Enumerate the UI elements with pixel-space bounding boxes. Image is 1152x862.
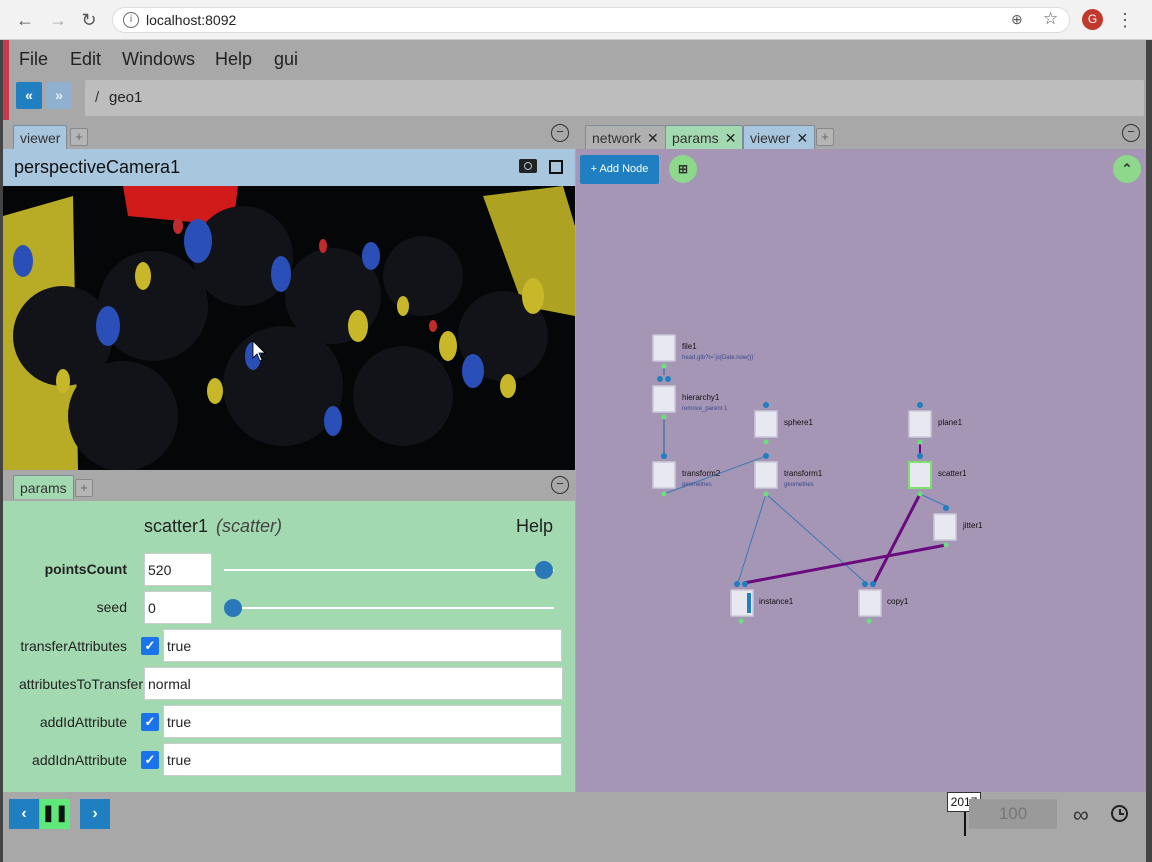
network-collapse-button[interactable]: − (1122, 124, 1140, 142)
menu-gui[interactable]: gui (274, 49, 298, 70)
path-navigation: « » / geo1 (9, 78, 1146, 118)
camera-icon[interactable] (519, 159, 537, 173)
status-strip (3, 836, 1146, 862)
tab-params[interactable]: params (13, 475, 74, 499)
tab-viewer-label: viewer (20, 130, 61, 146)
timeline-bar: ‹ ❚❚ › 2017 100 ∞ (3, 792, 1146, 836)
forward-arrow-icon[interactable]: → (46, 8, 70, 32)
transferAttributes-field[interactable]: true (163, 629, 562, 662)
address-bar[interactable]: i localhost:8092 ⊕ ☆ (112, 7, 1070, 33)
node-transform2[interactable]: transform2 (682, 469, 720, 478)
browser-toolbar: ← → ↻ i localhost:8092 ⊕ ☆ G ⋮ (0, 0, 1152, 40)
params-panel: scatter1 (scatter) Help pointsCount 520 s… (3, 501, 575, 792)
back-arrow-icon[interactable]: ← (13, 8, 37, 32)
node-transform1[interactable]: transform1 (784, 469, 822, 478)
node-copy1[interactable]: copy1 (887, 597, 908, 606)
tab-params-right[interactable]: params ✕ (665, 125, 744, 149)
end-frame-input[interactable]: 100 (969, 799, 1057, 829)
path-forward-button[interactable]: » (46, 82, 72, 109)
tab-network-label: network (592, 130, 642, 146)
seed-slider-thumb[interactable] (224, 599, 242, 617)
menu-bar: File Edit Windows Help gui (9, 40, 1146, 78)
node-scatter1[interactable]: scatter1 (938, 469, 966, 478)
pointsCount-input[interactable]: 520 (144, 553, 212, 586)
node-plane1[interactable]: plane1 (938, 418, 962, 427)
help-button[interactable]: Help (516, 516, 553, 537)
browser-menu-icon[interactable]: ⋮ (1116, 8, 1134, 32)
tab-viewer-close-icon[interactable]: ✕ (796, 130, 808, 146)
addIdAttribute-checkbox[interactable]: ✓ (141, 713, 159, 731)
seed-input[interactable]: 0 (144, 591, 212, 624)
seed-slider-track[interactable] (224, 607, 554, 609)
prev-frame-button[interactable]: ‹ (9, 799, 39, 829)
node-jitter1[interactable]: jitter1 (963, 521, 983, 530)
reload-icon[interactable]: ↻ (77, 8, 101, 32)
node-sphere1[interactable]: sphere1 (784, 418, 813, 427)
node-hierarchy1[interactable]: hierarchy1 (682, 393, 719, 402)
info-icon[interactable]: i (123, 12, 139, 28)
clock-icon[interactable] (1111, 805, 1128, 822)
pointsCount-slider-track[interactable] (224, 569, 554, 571)
node-transform1-param: geometries (784, 482, 814, 488)
node-instance1[interactable]: instance1 (759, 597, 793, 606)
tab-params-right-label: params (672, 130, 719, 146)
viewer-header: perspectiveCamera1 (3, 149, 575, 186)
tab-params-label: params (20, 480, 67, 496)
seed-label: seed (96, 599, 127, 615)
attributesToTransfer-field[interactable]: normal (144, 667, 563, 700)
node-transform2-param: geometries (682, 482, 712, 488)
node-file1[interactable]: file1 (682, 342, 697, 351)
node-name: scatter1 (143, 516, 208, 536)
fullscreen-icon[interactable] (549, 160, 563, 174)
tab-viewer-right[interactable]: viewer ✕ (743, 125, 816, 149)
infinity-icon[interactable]: ∞ (1073, 802, 1089, 828)
bookmark-star-icon[interactable]: ☆ (1043, 9, 1058, 29)
profile-avatar[interactable]: G (1082, 9, 1103, 30)
addIdnAttribute-field[interactable]: true (163, 743, 562, 776)
viewport-render (3, 186, 575, 470)
url-text: localhost:8092 (146, 12, 237, 28)
path-field[interactable]: / geo1 (85, 80, 1144, 116)
attributesToTransfer-label: attributesToTransfer (19, 676, 143, 692)
addIdAttribute-field[interactable]: true (163, 705, 562, 738)
app-window: File Edit Windows Help gui « » / geo1 vi… (3, 40, 1146, 862)
network-editor[interactable]: + Add Node ⊞ ⌃ file1 head.glb?t=`js{Date… (576, 149, 1146, 792)
network-graph (652, 334, 957, 624)
path-current[interactable]: geo1 (109, 89, 142, 106)
path-root[interactable]: / (95, 89, 99, 106)
add-params-tab-button[interactable]: + (75, 479, 93, 497)
node-hierarchy1-param: remove_parent 1 (682, 406, 728, 412)
node-file1-param: head.glb?t=`js{Date.now()}` (682, 355, 756, 361)
viewer-collapse-button[interactable]: − (551, 124, 569, 142)
params-collapse-button[interactable]: − (551, 476, 569, 494)
playhead-line (964, 812, 966, 836)
addIdAttribute-label: addIdAttribute (39, 714, 127, 730)
menu-help[interactable]: Help (215, 49, 252, 70)
menu-edit[interactable]: Edit (70, 49, 101, 70)
transferAttributes-label: transferAttributes (20, 638, 127, 654)
params-node-title: scatter1 (scatter) (3, 516, 423, 537)
addIdnAttribute-checkbox[interactable]: ✓ (141, 751, 159, 769)
path-back-button[interactable]: « (16, 82, 42, 109)
node-type: (scatter) (216, 516, 283, 536)
next-frame-button[interactable]: › (80, 799, 110, 829)
3d-viewport[interactable] (3, 186, 575, 470)
tab-network-close-icon[interactable]: ✕ (647, 130, 659, 146)
menu-file[interactable]: File (19, 49, 48, 70)
tab-viewer[interactable]: viewer (13, 125, 68, 149)
add-viewer-tab-button[interactable]: + (70, 128, 88, 146)
zoom-icon[interactable]: ⊕ (1011, 11, 1023, 28)
menu-windows[interactable]: Windows (122, 49, 195, 70)
camera-name: perspectiveCamera1 (14, 157, 181, 177)
tab-viewer-right-label: viewer (750, 130, 791, 146)
addIdnAttribute-label: addIdnAttribute (32, 752, 127, 768)
transferAttributes-checkbox[interactable]: ✓ (141, 637, 159, 655)
pause-button[interactable]: ❚❚ (40, 799, 70, 829)
tab-params-close-icon[interactable]: ✕ (725, 130, 737, 146)
add-right-tab-button[interactable]: + (816, 128, 834, 146)
pointsCount-slider-thumb[interactable] (535, 561, 553, 579)
tab-network[interactable]: network ✕ (585, 125, 666, 149)
pointsCount-label: pointsCount (44, 561, 127, 577)
